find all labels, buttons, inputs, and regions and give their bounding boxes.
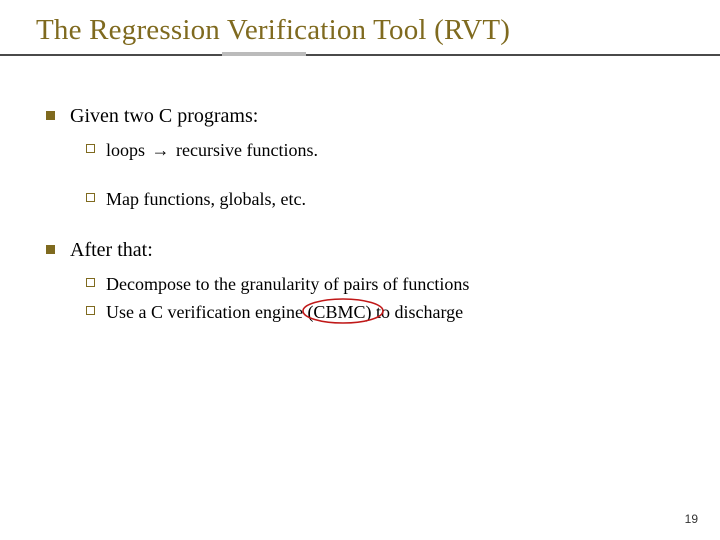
list-item-text: loops xyxy=(106,140,150,160)
list-item-text: Use a C verification engine xyxy=(106,302,307,322)
list-item: Use a C verification engine (CBMC) to di… xyxy=(106,300,684,324)
circled-text: (CBMC) xyxy=(307,300,371,324)
list-item: Given two C programs: xyxy=(70,103,684,130)
list-item-text: After that: xyxy=(70,239,153,261)
list-item-text: to discharge xyxy=(371,302,463,322)
list-item: After that: xyxy=(70,237,684,264)
arrow-icon: → xyxy=(150,138,172,162)
list-item-text: recursive functions. xyxy=(172,140,318,160)
page-title: The Regression Verification Tool (RVT) xyxy=(36,14,684,47)
slide-body: Given two C programs: loops → recursive … xyxy=(36,103,684,324)
title-underline xyxy=(0,54,720,56)
page-number: 19 xyxy=(685,512,698,526)
list-item: Decompose to the granularity of pairs of… xyxy=(106,272,684,296)
list-item-text: Decompose to the granularity of pairs of… xyxy=(106,274,469,294)
spacer xyxy=(36,167,684,183)
title-underline-accent xyxy=(222,52,306,56)
list-item: Map functions, globals, etc. xyxy=(106,187,684,211)
slide: The Regression Verification Tool (RVT) G… xyxy=(0,0,720,540)
list-item-text: Map functions, globals, etc. xyxy=(106,189,306,209)
list-item: loops → recursive functions. xyxy=(106,138,684,162)
circled-label: (CBMC) xyxy=(307,302,371,322)
spacer xyxy=(36,215,684,237)
list-item-text: Given two C programs: xyxy=(70,105,258,127)
